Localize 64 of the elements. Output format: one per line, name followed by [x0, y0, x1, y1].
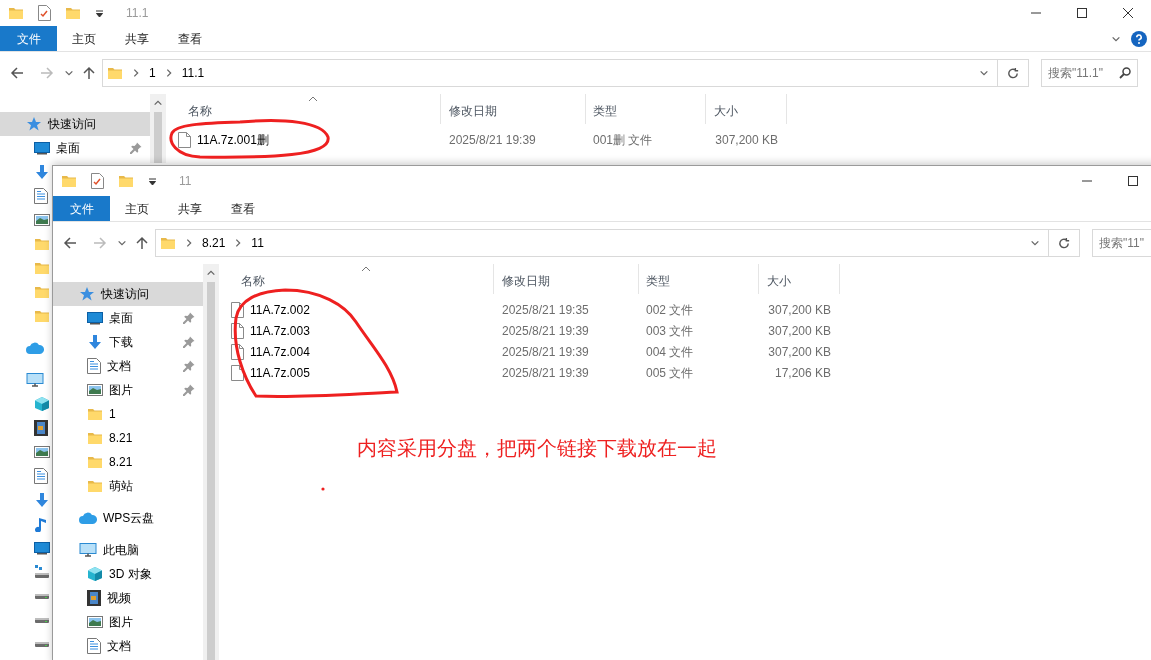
modified-date: 2025/8/21 19:39 — [501, 364, 590, 382]
nav-item[interactable]: 文档 — [53, 634, 203, 658]
ribbon-tab[interactable]: 共享 — [163, 196, 216, 221]
file-name[interactable]: 11A.7z.002 — [250, 300, 310, 319]
modified-date: 2025/8/21 19:35 — [501, 301, 590, 319]
file-type: 002 文件 — [645, 301, 695, 319]
ribbon-tab[interactable]: 查看 — [216, 196, 269, 221]
modified-date: 2025/8/21 19:39 — [448, 131, 537, 149]
nav-item[interactable]: 桌面 — [0, 136, 150, 160]
search-field[interactable]: 搜索"11.1" — [1041, 59, 1138, 87]
nav-item[interactable]: 8.21 — [53, 426, 203, 450]
nav-item[interactable]: 下载 — [53, 330, 203, 354]
file-size: 307,200 KB — [767, 343, 832, 361]
file-type: 004 文件 — [645, 343, 695, 361]
search-field[interactable]: 搜索"11" — [1092, 229, 1151, 257]
column-header[interactable]: 修改日期 — [441, 94, 586, 124]
nav-item[interactable]: 图片 — [53, 378, 203, 402]
ribbon-tab[interactable]: 主页 — [57, 26, 110, 51]
address-bar[interactable]: 8.21 11 — [155, 229, 1049, 257]
annotation-text: 内容采用分盘，把两个链接下载放在一起 — [357, 436, 717, 461]
window-title: 11.1 — [126, 5, 149, 22]
column-header[interactable]: 修改日期 — [494, 264, 639, 294]
address-bar[interactable]: 1 11.1 — [102, 59, 998, 87]
modified-date: 2025/8/21 19:39 — [501, 322, 590, 340]
ribbon-tab[interactable]: 文件 — [0, 26, 57, 51]
file-size: 307,200 KB — [767, 301, 832, 319]
column-header[interactable]: 名称 — [166, 94, 441, 124]
column-header[interactable]: 大小 — [706, 94, 787, 124]
file-type: 005 文件 — [645, 364, 695, 382]
breadcrumb[interactable]: 8.21 — [202, 234, 226, 252]
nav-item[interactable]: 文档 — [53, 354, 203, 378]
file-name[interactable]: 11A.7z.004 — [250, 342, 310, 361]
breadcrumb[interactable]: 11.1 — [181, 64, 205, 82]
column-header[interactable]: 类型 — [586, 94, 706, 124]
ribbon-tab[interactable]: 文件 — [53, 196, 110, 221]
nav-item[interactable]: 视频 — [53, 586, 203, 610]
ribbon-tab[interactable]: 主页 — [110, 196, 163, 221]
file-size: 307,200 KB — [767, 322, 832, 340]
nav-item[interactable]: 1 — [53, 402, 203, 426]
file-type: 001删 文件 — [592, 131, 654, 149]
ribbon-tab[interactable]: 共享 — [110, 26, 163, 51]
nav-item[interactable]: WPS云盘 — [53, 506, 203, 530]
nav-item[interactable]: 快速访问 — [0, 112, 150, 136]
column-header[interactable]: 类型 — [639, 264, 759, 294]
file-size: 17,206 KB — [773, 364, 832, 382]
nav-item[interactable]: 此电脑 — [53, 538, 203, 562]
file-name[interactable]: 11A.7z.005 — [250, 363, 310, 382]
modified-date: 2025/8/21 19:39 — [501, 343, 590, 361]
nav-item[interactable]: 快速访问 — [53, 282, 203, 306]
column-header[interactable]: 大小 — [759, 264, 840, 294]
nav-item[interactable]: 桌面 — [53, 306, 203, 330]
file-type: 003 文件 — [645, 322, 695, 340]
file-name[interactable]: 11A.7z.003 — [250, 321, 310, 340]
file-size: 307,200 KB — [714, 131, 779, 149]
window-title: 11 — [179, 173, 192, 190]
file-name[interactable]: 11A.7z.001删 — [197, 130, 269, 149]
ribbon-tab[interactable]: 查看 — [163, 26, 216, 51]
breadcrumb[interactable]: 1 — [149, 64, 156, 82]
column-header[interactable]: 名称 — [219, 264, 494, 294]
nav-item[interactable]: 3D 对象 — [53, 562, 203, 586]
nav-item[interactable]: 8.21 — [53, 450, 203, 474]
nav-item[interactable]: 图片 — [53, 610, 203, 634]
breadcrumb[interactable]: 11 — [251, 234, 264, 252]
nav-item[interactable]: 萌站 — [53, 474, 203, 498]
